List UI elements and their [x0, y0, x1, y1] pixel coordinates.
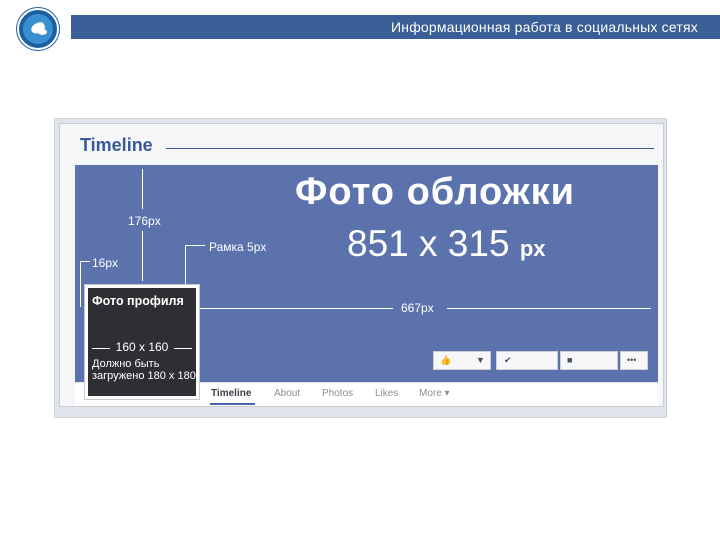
dim-tick-frame — [185, 245, 205, 246]
like-button[interactable]: 👍 ▼ — [433, 351, 491, 370]
profile-title: Фото профиля — [92, 294, 184, 308]
cover-unit: px — [519, 236, 546, 261]
caret-down-icon: ▼ — [476, 355, 485, 365]
profile-note: Должно быть загружено 180 x 180 — [92, 358, 196, 382]
dim-line-frame — [185, 245, 186, 285]
tab-timeline[interactable]: Timeline — [211, 388, 251, 399]
dim-label-16: 16px — [92, 256, 119, 270]
dim-tick-16 — [80, 261, 90, 262]
dim-line-176-lower — [142, 231, 143, 281]
more-options-button[interactable]: ••• — [620, 351, 648, 370]
cover-dimensions: 851 x 315 px — [347, 223, 546, 264]
facebook-screenshot: Timeline Фото обложки 851 x 315 px 176px… — [54, 118, 667, 418]
dim-label-frame: Рамка 5px — [209, 240, 267, 254]
dim-line-16 — [80, 261, 81, 307]
dim-label-176: 176px — [128, 214, 161, 228]
dim-line-176 — [142, 169, 143, 209]
timeline-panel: Timeline Фото обложки 851 x 315 px 176px… — [59, 123, 664, 407]
profile-photo: Фото профиля 160 x 160 Должно быть загру… — [84, 284, 200, 400]
message-icon: ■ — [567, 355, 573, 365]
thumbs-up-icon: 👍 — [440, 355, 452, 365]
tab-about[interactable]: About — [274, 388, 300, 399]
profile-photo-inner: Фото профиля 160 x 160 Должно быть загру… — [88, 288, 196, 396]
ellipsis-icon: ••• — [627, 355, 637, 365]
tab-likes[interactable]: Likes — [375, 388, 398, 399]
heading-rule — [166, 148, 654, 149]
message-button[interactable]: ■ — [560, 351, 618, 370]
profile-size: 160 x 160 — [115, 340, 169, 354]
dim-line-667-left — [195, 308, 393, 309]
tab-more[interactable]: More ▾ — [419, 388, 450, 399]
dim-label-667: 667px — [401, 301, 434, 315]
tab-photos[interactable]: Photos — [322, 388, 353, 399]
active-tab-indicator — [210, 403, 255, 405]
page-title: Информационная работа в социальных сетях — [391, 19, 698, 35]
cover-title: Фото обложки — [295, 171, 575, 213]
check-icon: ✔ — [504, 355, 512, 365]
dim-line-667-right — [447, 308, 651, 309]
profile-dim-line-right — [174, 348, 192, 349]
follow-button[interactable]: ✔ — [496, 351, 558, 370]
timeline-heading: Timeline — [80, 135, 153, 155]
header-bar: Информационная работа в социальных сетях — [71, 15, 720, 39]
logo — [17, 8, 59, 50]
dove-emblem-icon — [23, 14, 53, 44]
